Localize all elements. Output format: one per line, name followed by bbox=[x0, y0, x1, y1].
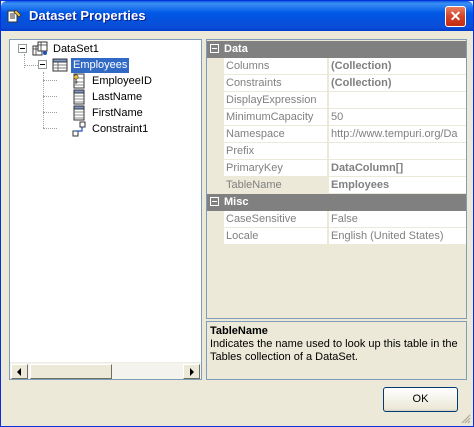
collapse-root-toggle[interactable] bbox=[18, 44, 27, 53]
tree-horizontal-scrollbar[interactable] bbox=[10, 362, 201, 379]
ok-button[interactable]: OK bbox=[383, 387, 458, 412]
description-pane: TableName Indicates the name used to loo… bbox=[206, 321, 467, 380]
tree-connector bbox=[43, 112, 57, 113]
column-icon bbox=[73, 105, 85, 121]
property-value[interactable]: 50 bbox=[329, 109, 466, 126]
property-name-selected: TableName bbox=[224, 177, 328, 194]
property-value[interactable] bbox=[329, 143, 466, 160]
property-value[interactable]: False bbox=[329, 211, 466, 228]
property-grid[interactable]: Data Columns (Collection) Constraints (C… bbox=[206, 39, 467, 319]
grid-margin bbox=[207, 194, 223, 211]
tree-node-label: LastName bbox=[92, 90, 143, 103]
tree-connector bbox=[43, 96, 57, 97]
property-value[interactable]: http://www.tempuri.org/Da bbox=[329, 126, 466, 143]
properties-icon bbox=[7, 9, 22, 23]
tree-connector bbox=[43, 80, 57, 81]
scrollbar-thumb[interactable] bbox=[30, 364, 112, 379]
grid-margin bbox=[207, 58, 223, 75]
dataset-icon bbox=[32, 41, 48, 56]
property-name: PrimaryKey bbox=[224, 160, 328, 177]
table-icon bbox=[52, 58, 68, 72]
collapse-table-toggle[interactable] bbox=[38, 60, 47, 69]
close-icon: ✕ bbox=[449, 8, 462, 24]
tree-node-table[interactable]: Employees bbox=[52, 56, 131, 74]
collapse-category-icon[interactable] bbox=[210, 44, 219, 53]
grid-margin bbox=[207, 92, 223, 109]
description-title: TableName bbox=[210, 325, 268, 337]
tree-node-constraint[interactable]: Constraint1 bbox=[71, 121, 150, 137]
resize-grip-icon[interactable] bbox=[459, 412, 471, 424]
category-label: Misc bbox=[224, 196, 249, 208]
property-value[interactable]: (Collection) bbox=[329, 75, 466, 92]
property-row-namespace[interactable]: Namespace http://www.tempuri.org/Da bbox=[207, 126, 466, 143]
property-row-constraints[interactable]: Constraints (Collection) bbox=[207, 75, 466, 92]
tree-node-dataset[interactable]: DataSet1 bbox=[32, 41, 101, 57]
property-value[interactable] bbox=[329, 92, 466, 109]
grid-margin bbox=[207, 211, 223, 228]
category-row-data[interactable]: Data bbox=[207, 41, 466, 58]
key-column-icon bbox=[73, 73, 85, 89]
arrow-right-icon bbox=[190, 368, 194, 376]
tree-connector bbox=[24, 65, 38, 66]
grid-margin bbox=[207, 143, 223, 160]
property-row-tablename[interactable]: TableName Employees bbox=[207, 177, 466, 194]
tree-node-label: Constraint1 bbox=[92, 122, 149, 135]
property-value[interactable]: Employees bbox=[329, 177, 466, 194]
tree-node-label: Employees bbox=[69, 56, 131, 74]
tree-node-label: EmployeeID bbox=[92, 74, 152, 87]
grid-margin bbox=[207, 160, 223, 177]
grid-margin bbox=[207, 75, 223, 92]
grid-margin bbox=[207, 228, 223, 245]
column-icon bbox=[73, 89, 85, 105]
property-name: MinimumCapacity bbox=[224, 109, 328, 126]
tree-node-column-employeeid[interactable]: EmployeeID bbox=[71, 73, 154, 89]
title-bar[interactable]: Dataset Properties ✕ bbox=[1, 1, 473, 31]
property-row-columns[interactable]: Columns (Collection) bbox=[207, 58, 466, 75]
category-row-misc[interactable]: Misc bbox=[207, 194, 466, 211]
tree-node-label: DataSet1 bbox=[53, 42, 99, 55]
category-label: Data bbox=[224, 43, 248, 55]
window-title: Dataset Properties bbox=[29, 8, 146, 23]
close-button[interactable]: ✕ bbox=[445, 6, 466, 27]
property-row-primarykey[interactable]: PrimaryKey DataColumn[] bbox=[207, 160, 466, 177]
tree-node-label: FirstName bbox=[92, 106, 143, 119]
grid-margin bbox=[207, 41, 223, 58]
arrow-left-icon bbox=[17, 368, 21, 376]
tree-connector bbox=[43, 128, 57, 129]
property-row-prefix[interactable]: Prefix bbox=[207, 143, 466, 160]
property-row-displayexpression[interactable]: DisplayExpression bbox=[207, 92, 466, 109]
description-text: Indicates the name used to look up this … bbox=[210, 338, 458, 363]
grid-margin bbox=[207, 126, 223, 143]
property-name: Columns bbox=[224, 58, 328, 75]
dataset-properties-dialog: Dataset Properties ✕ DataSet1 Employees … bbox=[0, 0, 474, 427]
constraint-icon bbox=[72, 121, 86, 137]
tree-node-column-firstname[interactable]: FirstName bbox=[71, 105, 145, 121]
property-name: DisplayExpression bbox=[224, 92, 328, 109]
property-row-minimumcapacity[interactable]: MinimumCapacity 50 bbox=[207, 109, 466, 126]
dataset-tree[interactable]: DataSet1 Employees EmployeeID LastName F… bbox=[9, 39, 202, 380]
property-name: Locale bbox=[224, 228, 328, 245]
grid-margin bbox=[207, 109, 223, 126]
property-row-locale[interactable]: Locale English (United States) bbox=[207, 228, 466, 245]
property-row-casesensitive[interactable]: CaseSensitive False bbox=[207, 211, 466, 228]
property-value[interactable]: DataColumn[] bbox=[329, 160, 466, 177]
grid-margin bbox=[207, 177, 223, 194]
property-name: Namespace bbox=[224, 126, 328, 143]
property-value[interactable]: (Collection) bbox=[329, 58, 466, 75]
collapse-category-icon[interactable] bbox=[210, 197, 219, 206]
property-name: CaseSensitive bbox=[224, 211, 328, 228]
property-name: Prefix bbox=[224, 143, 328, 160]
property-value[interactable]: English (United States) bbox=[329, 228, 466, 245]
scroll-left-button[interactable] bbox=[11, 364, 28, 379]
property-name: Constraints bbox=[224, 75, 328, 92]
tree-node-column-lastname[interactable]: LastName bbox=[71, 89, 144, 105]
scroll-right-button[interactable] bbox=[183, 364, 200, 379]
